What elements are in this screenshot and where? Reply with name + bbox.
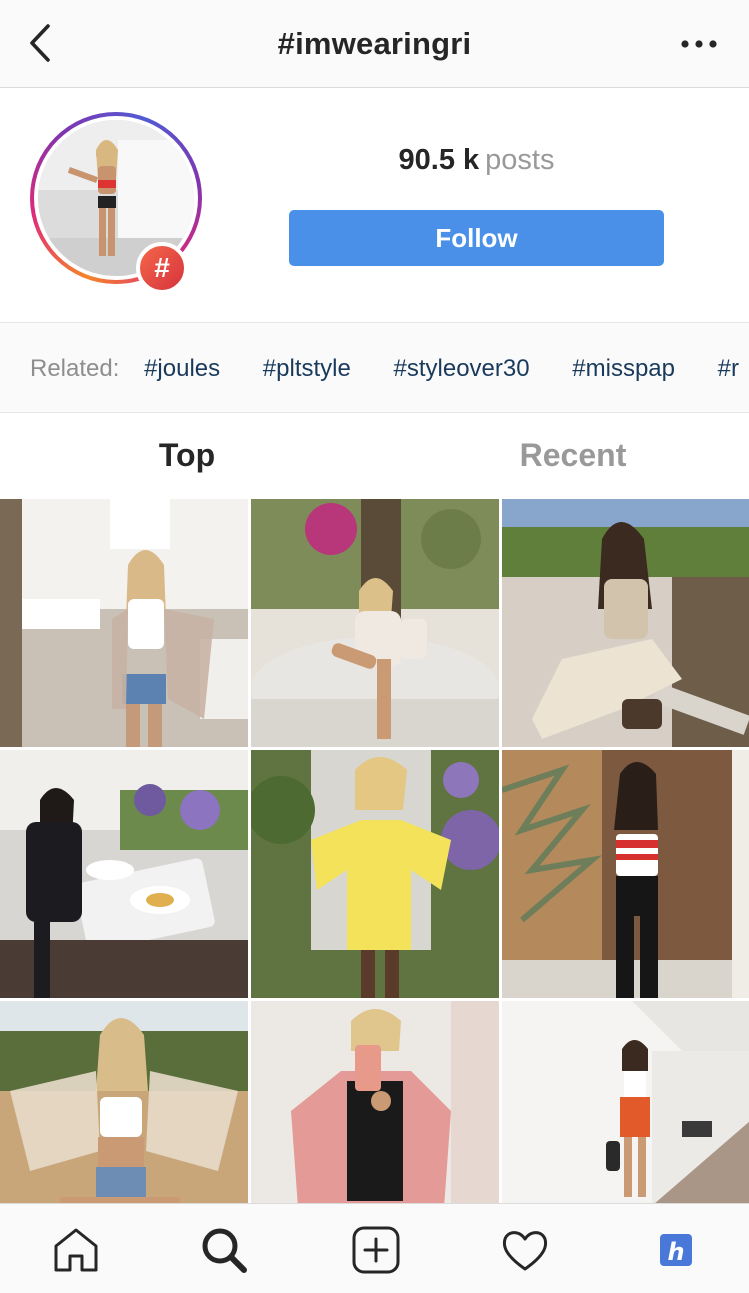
nav-profile-button[interactable]: h <box>650 1224 702 1276</box>
bottom-navigation: h <box>0 1203 749 1293</box>
nav-activity-button[interactable] <box>499 1224 551 1276</box>
nav-search-button[interactable] <box>198 1224 250 1276</box>
page-title: #imwearingri <box>277 26 472 61</box>
related-tag[interactable]: #styleover30 <box>394 355 530 382</box>
related-label: Related: <box>30 355 120 382</box>
photo-tile[interactable] <box>502 1001 749 1203</box>
svg-text:h: h <box>667 1238 684 1266</box>
photo-tile[interactable] <box>251 499 499 747</box>
profile-badge-icon: h <box>660 1234 692 1266</box>
top-bar: #imwearingri <box>0 0 749 88</box>
follow-button[interactable]: Follow <box>289 210 664 266</box>
hashtag-badge-icon: # <box>136 242 188 294</box>
ellipsis-icon <box>681 40 717 48</box>
photo-tile[interactable] <box>502 750 749 998</box>
photo-tile[interactable] <box>0 499 248 747</box>
photo-tile[interactable] <box>251 1001 499 1203</box>
feed-tabs: Top Recent <box>0 413 749 499</box>
post-count-value: 90.5 k <box>398 144 480 176</box>
related-tag[interactable]: #r <box>718 355 739 382</box>
photo-tile[interactable] <box>0 750 248 998</box>
tab-recent[interactable]: Recent <box>386 437 749 474</box>
photo-grid <box>0 499 749 1203</box>
heart-icon <box>502 1231 548 1271</box>
related-tag[interactable]: #pltstyle <box>263 355 351 382</box>
plus-square-icon <box>352 1226 400 1274</box>
photo-tile[interactable] <box>502 499 749 747</box>
related-tag[interactable]: #misspap <box>572 355 675 382</box>
nav-add-button[interactable] <box>350 1224 402 1276</box>
photo-tile[interactable] <box>251 750 499 998</box>
tab-top[interactable]: Top <box>0 437 374 474</box>
related-tag[interactable]: #joules <box>144 355 220 382</box>
more-options-button[interactable] <box>679 30 719 58</box>
post-count: 90.5 k posts <box>289 144 664 177</box>
hashtag-profile: # 90.5 k posts Follow <box>0 88 749 323</box>
photo-tile[interactable] <box>0 1001 248 1203</box>
nav-home-button[interactable] <box>50 1224 102 1276</box>
search-icon <box>202 1228 247 1273</box>
home-icon <box>54 1228 98 1272</box>
post-count-label: posts <box>485 144 555 176</box>
related-hashtags: Related: #joules #pltstyle #styleover30 … <box>0 323 749 413</box>
